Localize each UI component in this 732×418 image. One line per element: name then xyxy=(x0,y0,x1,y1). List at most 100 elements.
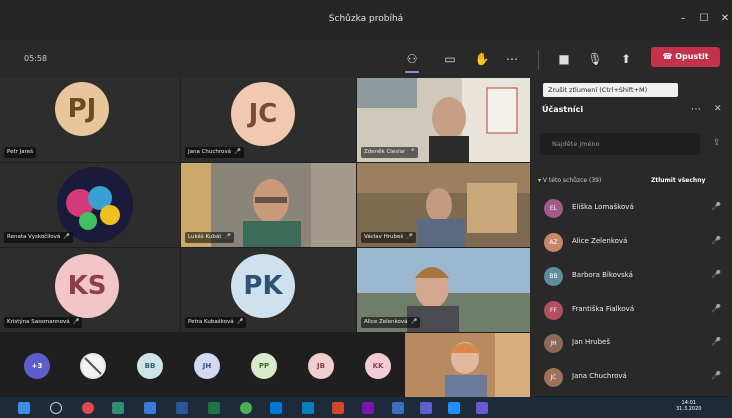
chrome-icon[interactable] xyxy=(240,402,252,414)
avatar[interactable] xyxy=(80,353,106,379)
teams-icon[interactable] xyxy=(420,402,432,414)
avatar: JC xyxy=(231,82,295,146)
participant-tile-video[interactable]: Lukáš Kubát 🎤 xyxy=(181,163,356,247)
participant-tile-video[interactable]: Václav Hrubeš 🎤 xyxy=(357,163,530,247)
participant-name: Alice Zelenková xyxy=(572,237,628,245)
window-title: Schůzka probíhá xyxy=(328,14,404,24)
avatar[interactable]: JH xyxy=(194,353,220,379)
avatar: JC xyxy=(544,368,563,387)
list-item[interactable]: FF Františka Fialková 🎤 xyxy=(530,293,732,325)
search-icon[interactable] xyxy=(50,402,62,414)
mic-muted-icon: 🎤 xyxy=(711,371,721,380)
raise-hand-icon[interactable]: ✋ xyxy=(473,50,491,68)
participant-name: Barbora Bikovská xyxy=(572,271,633,279)
participant-name: Lukáš Kubát 🎤 xyxy=(185,232,235,243)
tooltip: Zrušit ztlumení (Ctrl+Shift+M) xyxy=(543,83,678,97)
share-invite-icon[interactable]: ⇪ xyxy=(713,138,721,148)
app-icon[interactable] xyxy=(82,402,94,414)
participant-tile[interactable]: PJ Petr Jareš xyxy=(0,78,180,162)
section-header[interactable]: ▾ V této schůzce (39) xyxy=(538,177,601,184)
onenote-icon[interactable] xyxy=(362,402,374,414)
app-icon[interactable] xyxy=(270,402,282,414)
list-item[interactable]: BB Barbora Bikovská 🎤 xyxy=(530,259,732,291)
mic-muted-icon: 🎤 xyxy=(406,234,414,240)
mic-muted-icon: 🎤 xyxy=(711,270,721,279)
edge-icon[interactable] xyxy=(112,402,124,414)
participant-name: Petra Kubašková 🎤 xyxy=(185,317,247,328)
participant-name: Jana Chuchrová xyxy=(572,372,627,380)
avatar[interactable]: BB xyxy=(137,353,163,379)
powerpoint-icon[interactable] xyxy=(332,402,344,414)
more-actions-icon[interactable]: ⋯ xyxy=(503,50,521,68)
avatar: KS xyxy=(55,254,119,318)
mute-all-button[interactable]: Ztlumit všechny xyxy=(651,177,705,184)
close-panel-icon[interactable]: ✕ xyxy=(714,104,722,114)
participant-tile-video[interactable]: Renata Vyskočilová 🎤 xyxy=(0,163,180,247)
chat-icon[interactable]: ▭ xyxy=(441,50,459,68)
avatar[interactable]: PP xyxy=(251,353,277,379)
list-item[interactable]: EL Eliška Lomašková 🎤 xyxy=(530,191,732,223)
mic-muted-icon: 🎤 xyxy=(72,319,80,325)
avatar: PK xyxy=(231,254,295,318)
participant-name: Františka Fialková xyxy=(572,305,635,313)
meeting-timer: 05:58 xyxy=(24,54,48,63)
microphone-muted-icon[interactable]: 🎙 xyxy=(586,50,604,68)
app-icon[interactable] xyxy=(448,402,460,414)
blocked-icon xyxy=(82,355,104,377)
participant-tile-video[interactable]: Zdeněk Cieslar 🎤 xyxy=(357,78,530,162)
mic-muted-icon: 🎤 xyxy=(711,337,721,346)
avatar[interactable]: KK xyxy=(365,353,391,379)
video-feed xyxy=(405,333,530,397)
participants-icon[interactable]: ⚇ xyxy=(403,50,421,73)
camera-icon[interactable]: ■ xyxy=(555,50,573,68)
mic-muted-icon: 🎤 xyxy=(408,149,416,155)
maximize-icon[interactable]: ☐ xyxy=(697,12,711,26)
mic-muted-icon: 🎤 xyxy=(711,202,721,211)
word-icon[interactable] xyxy=(176,402,188,414)
excel-icon[interactable] xyxy=(208,402,220,414)
more-participants-button[interactable]: +3 xyxy=(24,353,50,379)
panel-title: Účastníci xyxy=(542,105,584,114)
close-icon[interactable]: ✕ xyxy=(718,12,732,26)
participant-tile-video[interactable]: Alice Zelenková 🎤 xyxy=(357,248,530,332)
mic-muted-icon: 🎤 xyxy=(224,234,232,240)
participant-name: Kristýna Sassmannová 🎤 xyxy=(4,317,83,328)
avatar: JH xyxy=(544,334,563,353)
app-icon[interactable] xyxy=(392,402,404,414)
participant-name: Václav Hrubeš 🎤 xyxy=(361,232,417,243)
system-clock[interactable]: 14:01 31.3.2020 xyxy=(676,400,701,412)
minimize-icon[interactable]: – xyxy=(676,12,690,26)
list-item[interactable]: AZ Alice Zelenková 🎤 xyxy=(530,225,732,257)
participant-name: Zdeněk Cieslar 🎤 xyxy=(361,147,419,158)
search-input[interactable]: Najděte jméno xyxy=(540,133,700,155)
avatar[interactable]: JB xyxy=(308,353,334,379)
mic-muted-icon: 🎤 xyxy=(63,234,71,240)
teams-meeting-window: Schůzka probíhá – ☐ ✕ 05:58 ⚇ ▭ ✋ ⋯ ■ 🎙 … xyxy=(0,0,732,418)
avatar: AZ xyxy=(544,233,563,252)
meeting-toolbar: 05:58 ⚇ ▭ ✋ ⋯ ■ 🎙 ⬆ xyxy=(0,40,732,78)
self-view-video[interactable] xyxy=(405,333,530,397)
share-screen-icon[interactable]: ⬆ xyxy=(617,50,635,68)
participant-name: Alice Zelenková 🎤 xyxy=(361,317,421,328)
avatar: EL xyxy=(544,199,563,218)
app-icon[interactable] xyxy=(144,402,156,414)
list-item[interactable]: JC Jana Chuchrová 🎤 xyxy=(530,360,732,392)
avatar: FF xyxy=(544,301,563,320)
participant-tile[interactable]: PK Petra Kubašková 🎤 xyxy=(181,248,356,332)
participant-name: Jan Hrubeš xyxy=(572,338,610,346)
participant-name: Jana Chuchrová 🎤 xyxy=(185,147,244,158)
more-options-icon[interactable]: ⋯ xyxy=(691,104,701,115)
leave-label: Opustit xyxy=(675,52,709,61)
mic-muted-icon: 🎤 xyxy=(236,319,244,325)
list-item[interactable]: JH Jan Hrubeš 🎤 xyxy=(530,326,732,358)
participant-name: Renata Vyskočilová 🎤 xyxy=(4,232,74,243)
windows-start-icon[interactable] xyxy=(18,402,30,414)
avatar: PJ xyxy=(55,82,109,136)
title-bar: Schůzka probíhá – ☐ ✕ xyxy=(0,0,732,40)
participant-tile[interactable]: KS Kristýna Sassmannová 🎤 xyxy=(0,248,180,332)
participant-name: Petr Jareš xyxy=(4,147,37,158)
app-icon[interactable] xyxy=(476,402,488,414)
leave-button[interactable]: ☎ Opustit xyxy=(651,47,720,67)
participant-tile[interactable]: JC Jana Chuchrová 🎤 xyxy=(181,78,356,162)
outlook-icon[interactable] xyxy=(302,402,314,414)
